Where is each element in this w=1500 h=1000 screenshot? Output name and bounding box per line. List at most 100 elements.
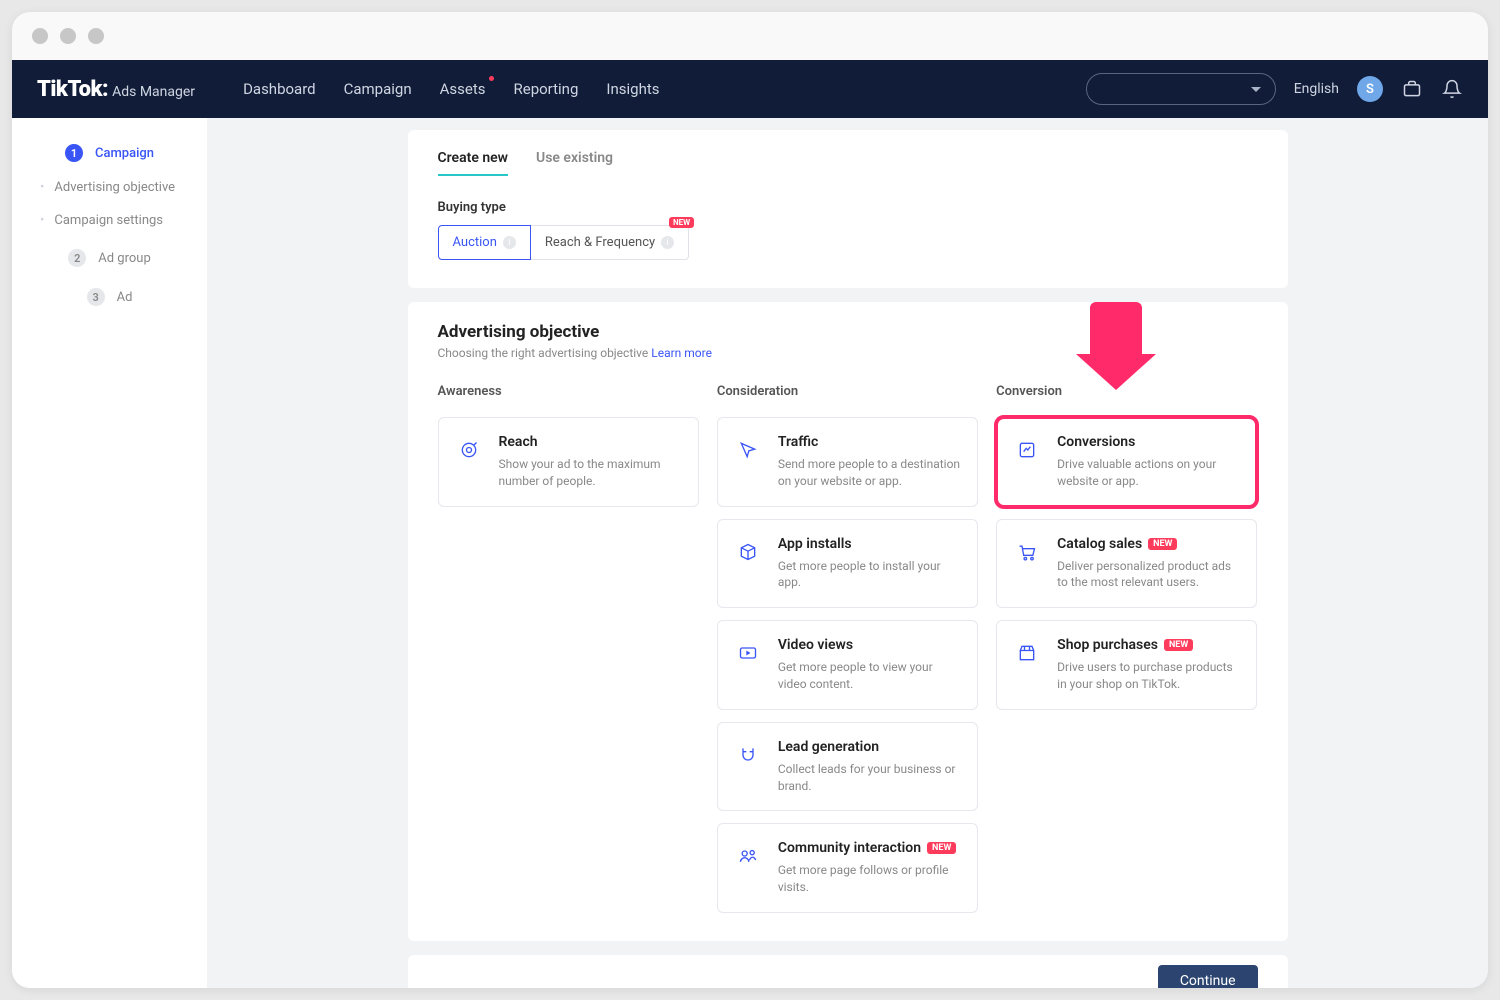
chevron-down-icon (1251, 87, 1261, 92)
title-text: Catalog sales (1057, 536, 1142, 552)
main-area: Create new Use existing Buying type Auct… (207, 118, 1488, 988)
card-title: Reach (499, 434, 684, 450)
buying-type-auction[interactable]: Auction i (438, 225, 531, 260)
col-consideration: Consideration Traffic Send more people t… (717, 384, 978, 913)
objective-traffic[interactable]: Traffic Send more people to a destinatio… (717, 417, 978, 507)
tab-use-existing[interactable]: Use existing (536, 150, 613, 176)
nav-assets[interactable]: Assets (440, 80, 486, 98)
briefcase-icon[interactable] (1401, 78, 1423, 100)
target-icon (453, 434, 485, 466)
objective-reach[interactable]: Reach Show your ad to the maximum number… (438, 417, 699, 507)
learn-more-link[interactable]: Learn more (651, 346, 712, 360)
sidebar-sub-settings[interactable]: Campaign settings (12, 204, 207, 237)
brand-name: TikTok: (37, 77, 108, 102)
account-dropdown[interactable] (1086, 73, 1276, 105)
card-desc: Collect leads for your business or brand… (778, 761, 963, 795)
tab-create-new[interactable]: Create new (438, 150, 509, 176)
sidebar-label: Advertising objective (40, 180, 175, 195)
card-desc: Show your ad to the maximum number of pe… (499, 456, 684, 490)
sidebar-label: Campaign settings (40, 213, 163, 228)
title-text: Shop purchases (1057, 637, 1158, 653)
card-title: Shop purchases NEW (1057, 637, 1242, 653)
card-desc: Drive users to purchase products in your… (1057, 659, 1242, 693)
new-badge: NEW (1148, 538, 1177, 550)
objective-app-installs[interactable]: App installs Get more people to install … (717, 519, 978, 609)
info-icon: i (661, 236, 674, 249)
tabs: Create new Use existing (438, 150, 1258, 176)
col-header: Consideration (717, 384, 978, 399)
browser-titlebar (12, 12, 1488, 60)
sidebar: 1 Campaign Advertising objective Campaig… (12, 118, 207, 988)
people-icon (732, 840, 764, 872)
new-badge: NEW (1164, 639, 1193, 651)
cart-icon (1011, 536, 1043, 568)
card-title: App installs (778, 536, 963, 552)
card-title: Catalog sales NEW (1057, 536, 1242, 552)
card-title: Community interaction NEW (778, 840, 963, 856)
cursor-icon (732, 434, 764, 466)
col-awareness: Awareness Reach Show your ad to the maxi… (438, 384, 699, 913)
option-label: Auction (453, 235, 497, 250)
nav-reporting[interactable]: Reporting (514, 80, 579, 98)
language-selector[interactable]: English (1294, 81, 1339, 97)
objective-shop-purchases[interactable]: Shop purchases NEW Drive users to purcha… (996, 620, 1257, 710)
objective-catalog-sales[interactable]: Catalog sales NEW Deliver personalized p… (996, 519, 1257, 609)
annotation-arrow-icon (1076, 302, 1156, 390)
col-header: Awareness (438, 384, 699, 399)
step-number: 3 (87, 288, 105, 306)
brand-sub: Ads Manager (112, 84, 195, 100)
avatar[interactable]: S (1357, 76, 1383, 102)
window-dot (60, 28, 76, 44)
card-desc: Get more people to install your app. (778, 558, 963, 592)
card-title: Conversions (1057, 434, 1242, 450)
title-text: Community interaction (778, 840, 921, 856)
magnet-icon (732, 739, 764, 771)
buying-type-reach-frequency[interactable]: Reach & Frequency i NEW (531, 225, 689, 260)
card-title: Traffic (778, 434, 963, 450)
card-desc: Deliver personalized product ads to the … (1057, 558, 1242, 592)
objective-video-views[interactable]: Video views Get more people to view your… (717, 620, 978, 710)
nav-campaign[interactable]: Campaign (344, 80, 412, 98)
card-desc: Get more people to view your video conte… (778, 659, 963, 693)
continue-button[interactable]: Continue (1158, 965, 1258, 988)
step-number: 2 (68, 249, 86, 267)
col-conversion: Conversion Conversions Drive valuable ac… (996, 384, 1257, 913)
buying-type-panel: Create new Use existing Buying type Auct… (408, 130, 1288, 288)
continue-bar: Continue (408, 955, 1288, 988)
sidebar-step-adgroup[interactable]: 2 Ad group (12, 237, 207, 276)
option-label: Reach & Frequency (545, 235, 655, 250)
cube-icon (732, 536, 764, 568)
objective-lead-generation[interactable]: Lead generation Collect leads for your b… (717, 722, 978, 812)
bell-icon[interactable] (1441, 78, 1463, 100)
objective-conversions[interactable]: Conversions Drive valuable actions on yo… (996, 417, 1257, 507)
window-dot (88, 28, 104, 44)
video-icon (732, 637, 764, 669)
sidebar-step-campaign[interactable]: 1 Campaign (12, 132, 207, 171)
new-badge: NEW (669, 217, 694, 228)
sidebar-step-ad[interactable]: 3 Ad (12, 276, 207, 315)
card-desc: Drive valuable actions on your website o… (1057, 456, 1242, 490)
card-title: Video views (778, 637, 963, 653)
objective-community-interaction[interactable]: Community interaction NEW Get more page … (717, 823, 978, 913)
sidebar-sub-objective[interactable]: Advertising objective (12, 171, 207, 204)
window-dot (32, 28, 48, 44)
top-nav: Dashboard Campaign Assets Reporting Insi… (243, 80, 659, 98)
sidebar-label: Ad group (98, 251, 151, 266)
buying-type-label: Buying type (438, 200, 1258, 215)
subtitle-text: Choosing the right advertising objective (438, 346, 649, 360)
nav-insights[interactable]: Insights (606, 80, 659, 98)
sidebar-label: Ad (117, 290, 133, 305)
shop-icon (1011, 637, 1043, 669)
card-title: Lead generation (778, 739, 963, 755)
card-desc: Get more page follows or profile visits. (778, 862, 963, 896)
conversion-icon (1011, 434, 1043, 466)
info-icon: i (503, 236, 516, 249)
sidebar-label: Campaign (95, 146, 154, 161)
app-header: TikTok: Ads Manager Dashboard Campaign A… (12, 60, 1488, 118)
brand-logo[interactable]: TikTok: Ads Manager (37, 77, 195, 102)
nav-dashboard[interactable]: Dashboard (243, 80, 316, 98)
buying-type-group: Auction i Reach & Frequency i NEW (438, 225, 1258, 260)
new-badge: NEW (927, 842, 956, 854)
objective-panel: Advertising objective Choosing the right… (408, 302, 1288, 941)
card-desc: Send more people to a destination on you… (778, 456, 963, 490)
